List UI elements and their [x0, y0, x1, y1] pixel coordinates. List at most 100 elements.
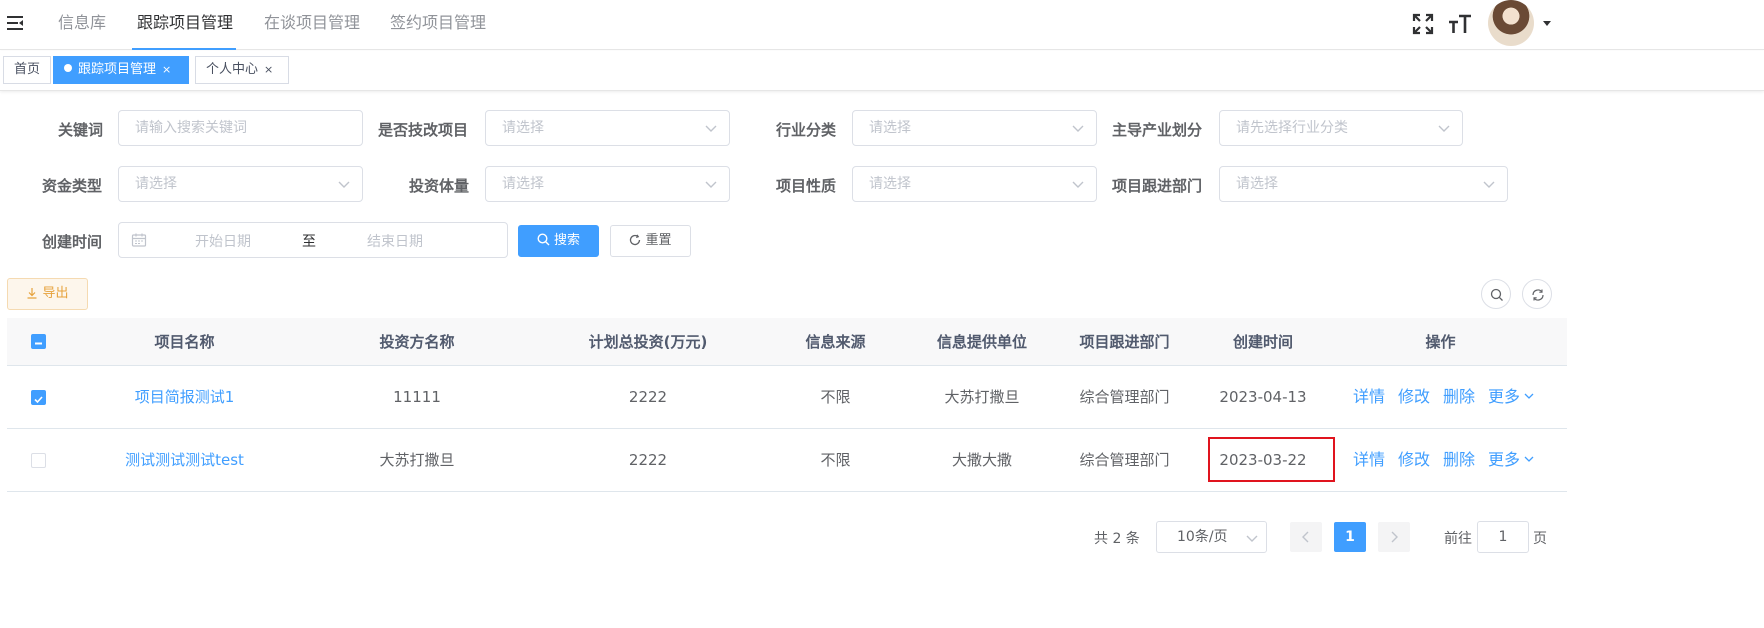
start-date-input[interactable]: 开始日期	[195, 231, 251, 251]
close-icon[interactable]: ×	[264, 57, 273, 83]
header-actions: 操作	[1425, 333, 1456, 351]
next-page-button[interactable]	[1378, 522, 1410, 552]
pagination-total: 共 2 条	[1094, 531, 1140, 547]
info-source-cell: 不限	[820, 451, 851, 469]
page-number-current[interactable]: 1	[1334, 522, 1366, 552]
keyword-input[interactable]	[118, 110, 363, 146]
created-date-range[interactable]: 开始日期 至 结束日期	[118, 222, 508, 258]
tech-reform-select[interactable]: 请选择	[485, 110, 730, 146]
menu-fold-icon[interactable]	[6, 14, 24, 32]
indeterminate-icon	[35, 342, 42, 345]
tag-home[interactable]: 首页	[3, 56, 52, 84]
project-nature-label: 项目性质	[776, 177, 837, 195]
project-name-link[interactable]: 测试测试测试test	[77, 429, 292, 491]
follow-dept-cell: 综合管理部门	[1079, 451, 1170, 469]
end-date-input[interactable]: 结束日期	[367, 231, 423, 251]
avatar[interactable]	[1488, 0, 1534, 46]
row-checkbox[interactable]	[31, 453, 46, 468]
select-all-checkbox[interactable]	[31, 334, 46, 349]
table-header: 项目名称 投资方名称 计划总投资(万元) 信息来源 信息提供单位 项目跟进部门 …	[7, 318, 1567, 366]
edit-button[interactable]: 修改	[1398, 450, 1430, 469]
search-button-label: 搜索	[553, 233, 580, 248]
follow-dept-label: 项目跟进部门	[1112, 177, 1203, 195]
check-icon	[34, 396, 43, 404]
tag-profile-label: 个人中心	[206, 62, 259, 77]
close-icon[interactable]: ×	[162, 57, 171, 83]
delete-button[interactable]: 删除	[1443, 387, 1475, 406]
header-project-name: 项目名称	[154, 333, 215, 351]
info-provider-cell: 大撒大撒	[951, 451, 1012, 469]
menu-item-signed-projects[interactable]: 签约项目管理	[390, 0, 486, 50]
tech-reform-placeholder: 请选择	[502, 120, 544, 136]
row-checkbox[interactable]	[31, 390, 46, 405]
table-row: 项目简报测试1 11111 2222 不限 大苏打撒旦 综合管理部门 2023-…	[7, 366, 1567, 429]
chevron-right-icon	[1391, 531, 1398, 543]
industry-placeholder: 请选择	[869, 120, 911, 136]
more-dropdown[interactable]: 更多	[1488, 387, 1534, 406]
project-name-link[interactable]: 项目简报测试1	[77, 366, 292, 428]
header-follow-dept: 项目跟进部门	[1079, 333, 1170, 351]
row-actions: 详情 修改 删除 更多	[1353, 429, 1547, 491]
created-time-label: 创建时间	[42, 233, 103, 251]
created-time-cell: 2023-04-13	[1219, 388, 1307, 406]
tech-reform-label: 是否技改项目	[378, 121, 469, 139]
more-label: 更多	[1488, 450, 1521, 469]
search-button[interactable]: 搜索	[518, 225, 599, 257]
fund-type-select[interactable]: 请选择	[118, 166, 363, 202]
page-suffix-label: 页	[1533, 531, 1547, 547]
industry-select[interactable]: 请选择	[852, 110, 1097, 146]
follow-dept-cell: 综合管理部门	[1079, 388, 1170, 406]
lead-industry-label: 主导产业划分	[1112, 121, 1203, 139]
top-navbar: 信息库 跟踪项目管理 在谈项目管理 签约项目管理	[0, 0, 1764, 50]
header-info-source: 信息来源	[805, 333, 866, 351]
toggle-search-button[interactable]	[1481, 279, 1511, 309]
follow-dept-placeholder: 请选择	[1236, 176, 1278, 192]
fullscreen-icon[interactable]	[1411, 12, 1435, 36]
header-investor: 投资方名称	[379, 333, 455, 351]
menu-item-tracking-projects[interactable]: 跟踪项目管理	[132, 0, 236, 50]
caret-down-icon[interactable]	[1540, 16, 1554, 30]
lead-industry-placeholder: 请先选择行业分类	[1236, 120, 1348, 136]
fund-type-placeholder: 请选择	[135, 176, 177, 192]
page-size-select[interactable]: 10条/页	[1156, 521, 1267, 553]
calendar-icon	[131, 233, 147, 247]
tags-view: 首页 跟踪项目管理 × 个人中心 ×	[0, 51, 1764, 91]
header-info-provider: 信息提供单位	[936, 333, 1027, 351]
invest-scale-placeholder: 请选择	[502, 176, 544, 192]
follow-dept-select[interactable]: 请选择	[1219, 166, 1508, 202]
detail-button[interactable]: 详情	[1353, 387, 1385, 406]
invest-scale-select[interactable]: 请选择	[485, 166, 730, 202]
chevron-down-icon	[1524, 393, 1534, 399]
detail-button[interactable]: 详情	[1353, 450, 1385, 469]
chevron-down-icon	[1072, 125, 1084, 132]
font-size-icon[interactable]	[1448, 12, 1472, 36]
export-button-label: 导出	[42, 286, 69, 301]
goto-label: 前往	[1444, 531, 1472, 547]
edit-button[interactable]: 修改	[1398, 387, 1430, 406]
goto-page-input[interactable]	[1477, 521, 1529, 553]
reset-button[interactable]: 重置	[610, 225, 691, 257]
search-icon	[1490, 288, 1503, 301]
tag-tracking-projects[interactable]: 跟踪项目管理 ×	[53, 56, 189, 84]
tag-home-label: 首页	[14, 62, 41, 77]
project-nature-select[interactable]: 请选择	[852, 166, 1097, 202]
delete-button[interactable]: 删除	[1443, 450, 1475, 469]
tag-active-label: 跟踪项目管理	[78, 62, 157, 77]
more-dropdown[interactable]: 更多	[1488, 450, 1534, 469]
menu-item-negotiating-projects[interactable]: 在谈项目管理	[264, 0, 360, 50]
total-investment-cell: 2222	[628, 451, 668, 469]
header-total-investment: 计划总投资(万元)	[588, 333, 708, 351]
chevron-down-icon	[1524, 456, 1534, 462]
lead-industry-select[interactable]: 请先选择行业分类	[1219, 110, 1463, 146]
refresh-table-button[interactable]	[1522, 279, 1552, 309]
page-size-value: 10条/页	[1177, 529, 1228, 545]
prev-page-button[interactable]	[1290, 522, 1322, 552]
investor-cell: 大苏打撒旦	[379, 451, 455, 469]
more-label: 更多	[1488, 387, 1521, 406]
tag-profile[interactable]: 个人中心 ×	[195, 56, 289, 84]
menu-item-info-library[interactable]: 信息库	[58, 0, 106, 50]
export-button[interactable]: 导出	[7, 278, 88, 310]
info-source-cell: 不限	[820, 388, 851, 406]
industry-label: 行业分类	[776, 121, 837, 139]
reset-button-label: 重置	[645, 233, 672, 248]
